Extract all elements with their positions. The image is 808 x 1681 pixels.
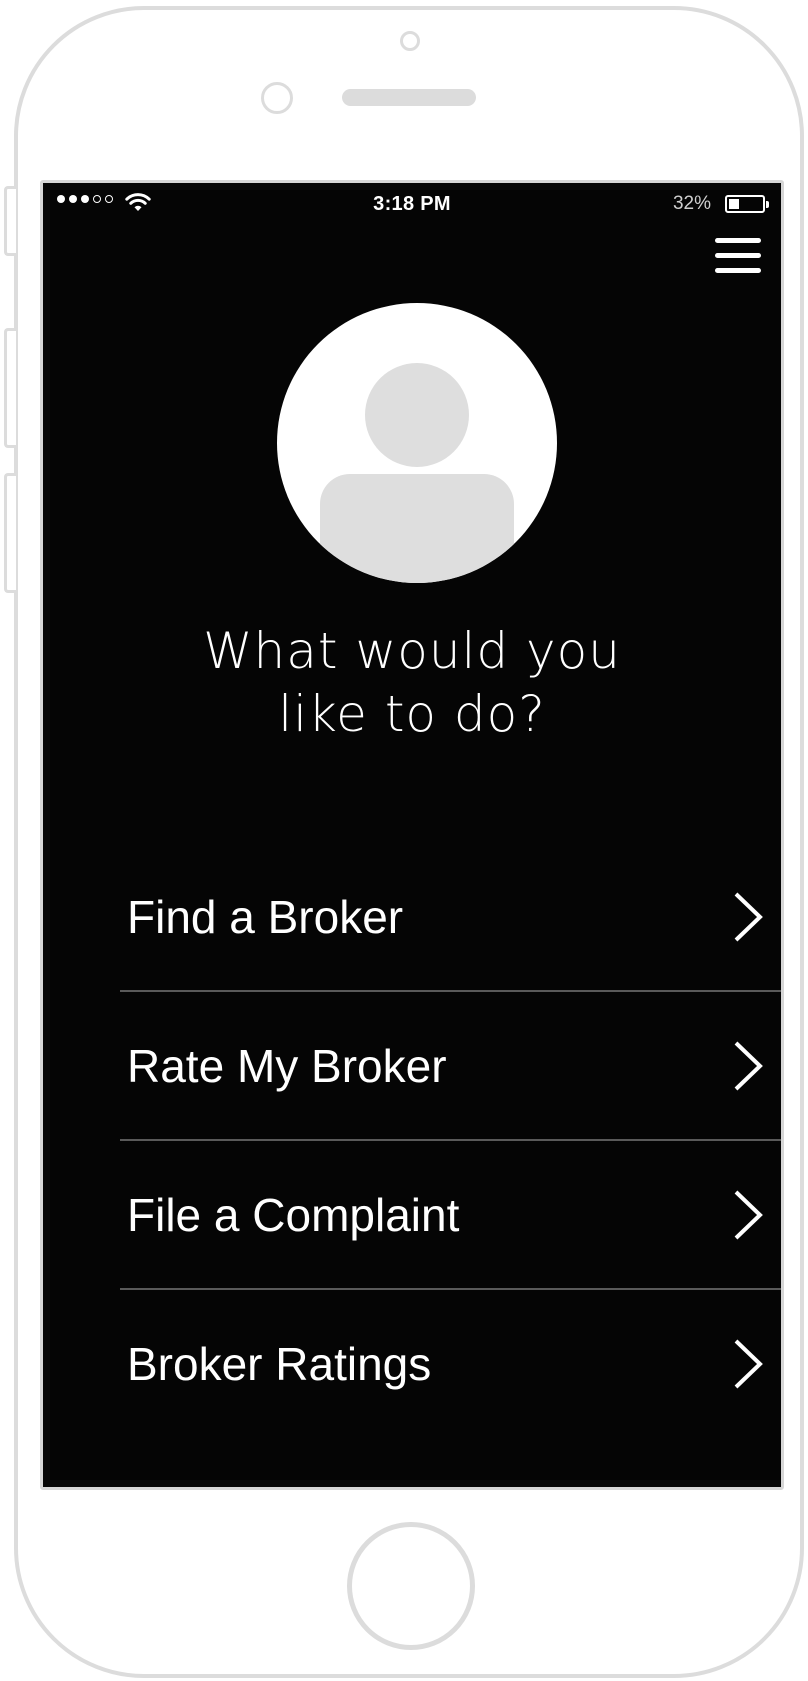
volume-down-button [4, 473, 16, 593]
menu-item-broker-ratings[interactable]: Broker Ratings [120, 1288, 781, 1437]
menu-bar [715, 253, 761, 258]
prompt-heading: What would you like to do? [43, 620, 781, 746]
status-time: 3:18 PM [373, 193, 451, 215]
hamburger-menu-icon[interactable] [715, 238, 761, 276]
mute-switch [4, 186, 16, 256]
volume-up-button [4, 328, 16, 448]
menu-item-label: File a Complaint [127, 1188, 460, 1241]
battery-tip [766, 201, 769, 208]
status-bar: 3:18 PM 32% [43, 183, 781, 223]
user-placeholder-body [320, 474, 514, 583]
menu-item-rate-my-broker[interactable]: Rate My Broker [120, 990, 781, 1139]
front-camera [400, 31, 420, 51]
chevron-right-icon [734, 1339, 763, 1388]
menu-item-label: Find a Broker [127, 890, 404, 943]
profile-avatar[interactable] [277, 303, 557, 583]
chevron-right-icon [734, 1190, 763, 1239]
menu-item-label: Broker Ratings [127, 1337, 432, 1390]
battery-percentage: 32% [672, 193, 711, 214]
menu-item-find-a-broker[interactable]: Find a Broker [120, 843, 781, 990]
user-placeholder-head [365, 363, 469, 467]
earpiece-speaker [342, 89, 476, 106]
home-button[interactable] [347, 1522, 475, 1650]
action-menu: Find a Broker Rate My Broker File a Comp… [120, 843, 781, 1437]
menu-item-label: Rate My Broker [127, 1039, 447, 1092]
menu-bar [715, 268, 761, 273]
menu-item-file-a-complaint[interactable]: File a Complaint [120, 1139, 781, 1288]
battery-level-fill [729, 199, 739, 209]
chevron-right-icon [734, 1041, 763, 1090]
app-screen: 3:18 PM 32% What would you like to do? F… [40, 180, 784, 1490]
proximity-sensor [261, 82, 293, 114]
menu-bar [715, 238, 761, 243]
prompt-line-2: like to do? [278, 685, 546, 743]
chevron-right-icon [734, 892, 763, 941]
battery-icon [725, 195, 765, 213]
prompt-line-1: What would you [203, 622, 621, 680]
